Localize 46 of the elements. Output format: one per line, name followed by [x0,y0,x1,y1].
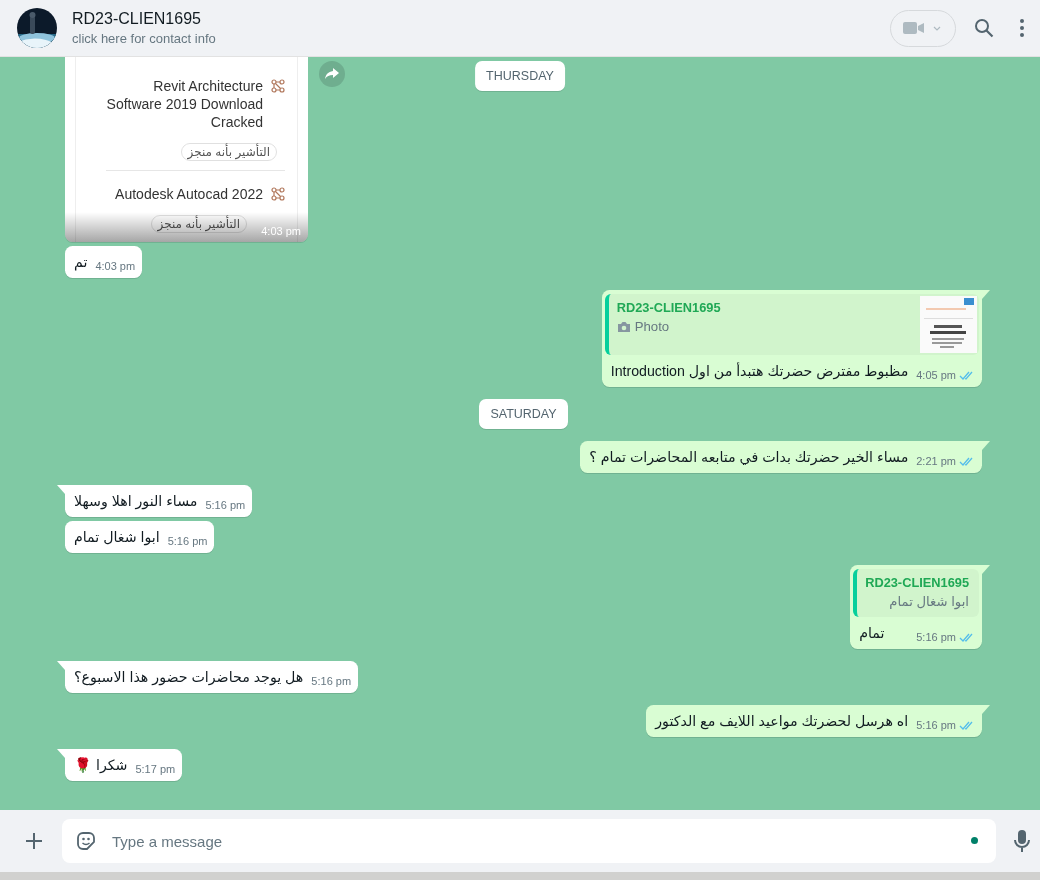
menu-button[interactable] [1020,19,1024,37]
forward-arrow-icon [325,68,339,80]
quoted-message[interactable]: RD23-CLIEN1695 Photo [604,294,979,355]
date-separator: THURSDAY [475,61,565,91]
quoted-sender: RD23-CLIEN1695 [865,575,969,590]
message-time: 5:16 pm [311,675,352,687]
message-time: 5:16 pm [916,719,956,731]
microphone-button[interactable] [1014,829,1030,853]
contact-name[interactable]: RD23-CLIEN1695 [72,10,890,28]
message-time: 5:16 pm [205,499,246,511]
mark-done-button[interactable]: التأشير بأنه منجز [180,143,277,161]
message-time: 4:05 pm [916,369,956,381]
attach-button[interactable] [24,831,44,851]
message-text: مساء الخير حضرتك بدات في متابعه المحاضرات تمام ؟ [589,448,909,467]
message-text: شكرا 🌹 [74,756,128,775]
forward-button[interactable] [319,61,345,87]
message-time: 4:03 pm [261,225,301,237]
message-time: 4:03 pm [95,260,136,272]
message-time: 5:16 pm [916,631,956,643]
message-text: اه هرسل لحضرتك مواعيد اللايف مع الدكتور [655,712,909,731]
message-text: تمام [859,624,885,643]
message-time: 5:17 pm [135,763,176,775]
message-text: تم [74,253,88,272]
contact-info-link[interactable]: click here for contact info [72,31,890,46]
mark-done-button[interactable]: التأشير بأنه منجز [150,215,247,233]
camera-icon [616,320,631,333]
video-camera-icon [903,21,925,35]
sticker-icon[interactable] [75,830,97,852]
status-dot [971,837,978,844]
nodes-icon [271,79,285,93]
quoted-text: ابوا شغال تمام [889,594,969,609]
message-time: 5:16 pm [167,535,208,547]
item-title: Autodesk Autocad 2022 [114,185,263,203]
message-text: ابوا شغال تمام [74,528,160,547]
date-separator: SATURDAY [479,399,568,429]
search-button[interactable] [974,18,994,38]
item-title: Revit Architecture Software 2019 Download Cracked [105,77,263,131]
message-text: مظبوط مفترض حضرتك هتبدأ من اول Introduction [610,362,909,381]
quoted-sender: RD23-CLIEN1695 [616,300,722,315]
message-input[interactable]: Type a message [62,819,996,863]
nodes-icon [271,187,285,201]
message-text: هل يوجد محاضرات حضور هذا الاسبوع؟ [74,668,304,687]
quoted-text: Photo [634,319,670,334]
chevron-down-icon [933,25,941,31]
message-time: 2:21 pm [916,455,956,467]
message-text: مساء النور اهلا وسهلا [74,492,198,511]
